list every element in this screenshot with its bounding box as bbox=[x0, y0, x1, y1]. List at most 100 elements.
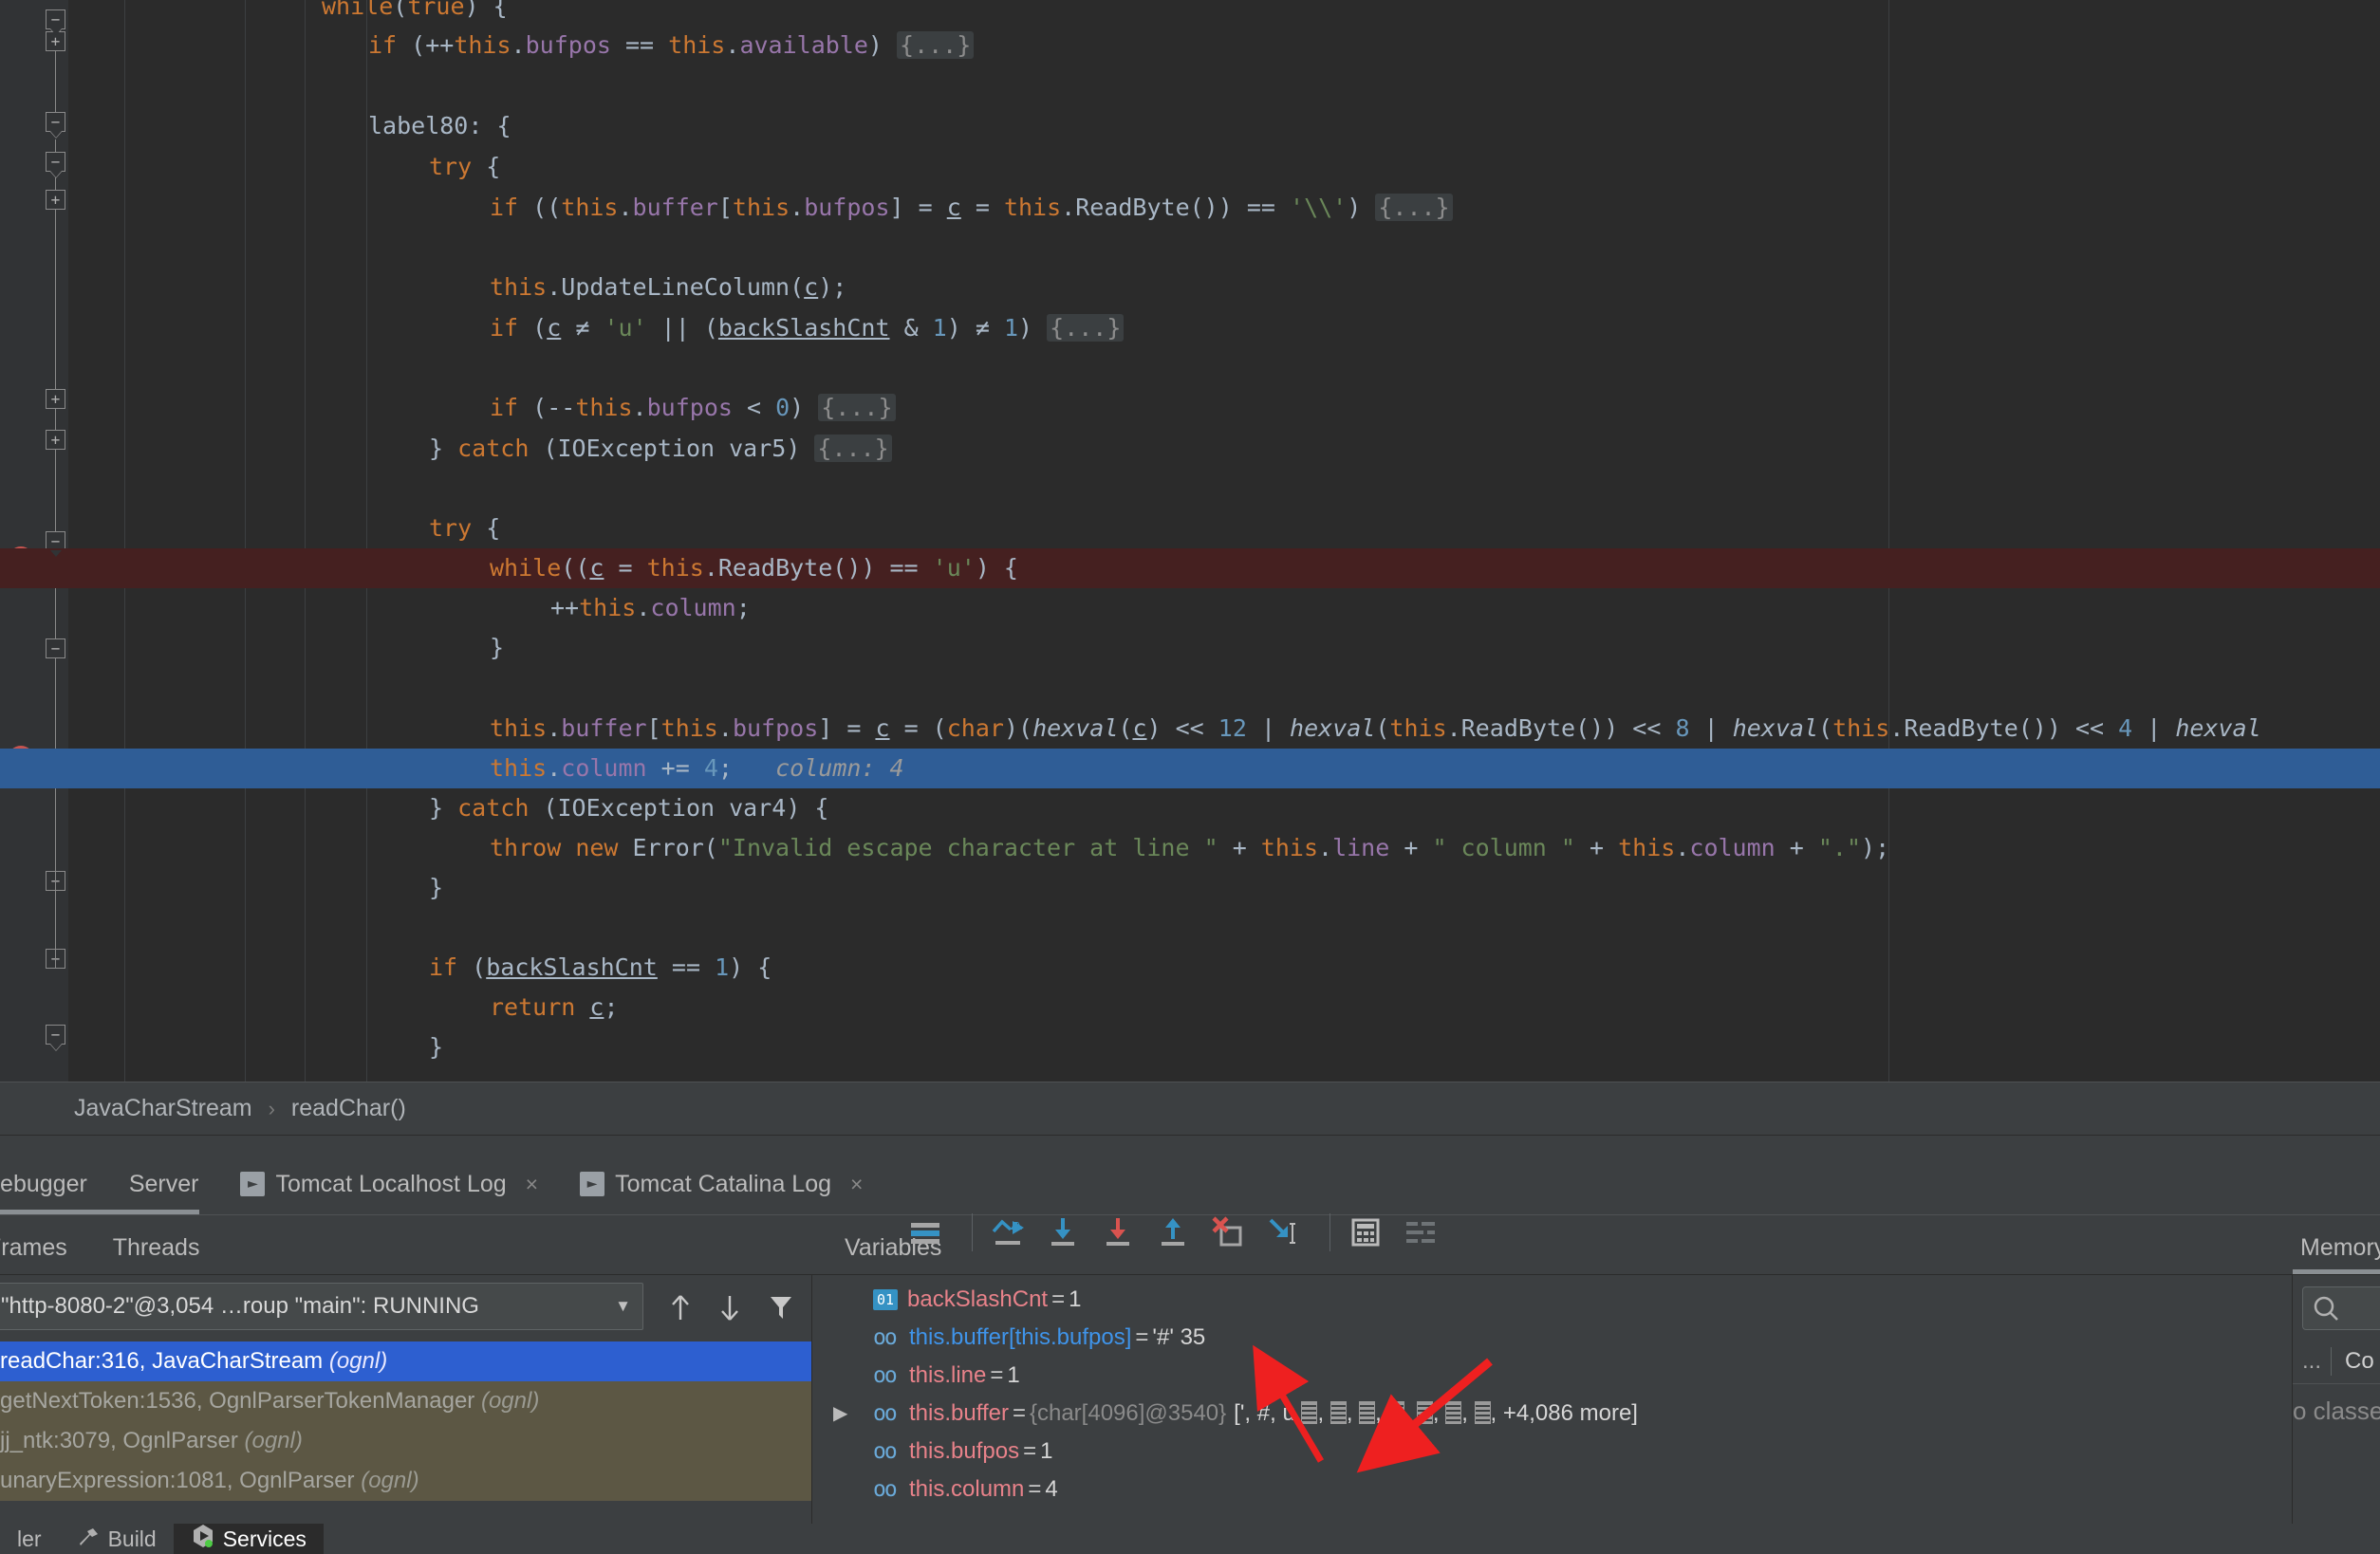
variable-row[interactable]: oo this.bufpos = 1 bbox=[873, 1433, 2278, 1471]
inline-debug-value: column: 4 bbox=[775, 754, 904, 782]
code-editor[interactable]: − + − − + + + − − − − − while(true) { bbox=[0, 0, 2380, 1082]
code-line[interactable]: while(true) { bbox=[0, 0, 2380, 27]
frames-filter-icon[interactable] bbox=[765, 1288, 797, 1326]
frames-pane[interactable]: "http-8080-2"@3,054 …roup "main": RUNNIN… bbox=[0, 1275, 811, 1525]
code-content[interactable]: while(true) { if (++this.bufpos == this.… bbox=[0, 0, 2380, 1082]
drop-frame-icon[interactable] bbox=[1206, 1211, 1250, 1254]
status-label: Services bbox=[222, 1526, 307, 1551]
debug-tool-window[interactable]: Debugger Server ► Tomcat Localhost Log ×… bbox=[0, 1135, 2380, 1525]
frame-package: (ognl) bbox=[328, 1348, 388, 1374]
variable-equals: = bbox=[1023, 1438, 1037, 1464]
variable-value: 1 bbox=[1007, 1362, 1020, 1388]
code-line[interactable]: if (backSlashCnt == 1) { bbox=[0, 948, 2380, 988]
frames-down-button[interactable] bbox=[714, 1288, 746, 1326]
code-line[interactable]: } bbox=[0, 868, 2380, 908]
code-line-current-execution[interactable]: this.column += 4; column: 4 bbox=[0, 749, 2380, 788]
code-line[interactable]: ++this.column; bbox=[0, 588, 2380, 628]
run-to-cursor-icon[interactable] bbox=[1261, 1211, 1305, 1254]
variable-value: 4 bbox=[1045, 1476, 1058, 1502]
frames-threads-tabs[interactable]: Frames Threads bbox=[0, 1221, 245, 1274]
code-line[interactable]: label80: { bbox=[0, 106, 2380, 146]
frame-label: unaryExpression:1081, OgnlParser bbox=[0, 1468, 355, 1493]
step-out-icon[interactable] bbox=[1151, 1211, 1195, 1254]
status-bar[interactable]: ler Build Services bbox=[0, 1524, 2380, 1554]
status-item-build[interactable]: Build bbox=[59, 1524, 174, 1554]
variable-name: backSlashCnt bbox=[907, 1286, 1049, 1312]
close-icon[interactable]: × bbox=[850, 1172, 863, 1197]
status-label: Build bbox=[107, 1526, 157, 1551]
code-line[interactable]: if ((this.buffer[this.bufpos] = c = this… bbox=[0, 188, 2380, 228]
code-line[interactable]: if (++this.bufpos == this.available) {..… bbox=[0, 26, 2380, 65]
code-line[interactable]: if (--this.bufpos < 0) {...} bbox=[0, 388, 2380, 428]
frame-label: getNextToken:1536, OgnlParserTokenManage… bbox=[0, 1388, 475, 1414]
step-over-icon[interactable] bbox=[986, 1211, 1030, 1254]
frame-package: (ognl) bbox=[244, 1428, 303, 1453]
code-line[interactable]: this.UpdateLineColumn(c); bbox=[0, 268, 2380, 307]
code-line[interactable]: } bbox=[0, 1027, 2380, 1067]
variable-row[interactable]: oo this.column = 4 bbox=[873, 1471, 2278, 1508]
chevron-right-icon[interactable]: ▶ bbox=[833, 1395, 847, 1433]
frames-list[interactable]: readChar:316, JavaCharStream (ognl) getN… bbox=[0, 1341, 811, 1501]
memory-search-input[interactable] bbox=[2302, 1286, 2380, 1330]
code-line[interactable]: } catch (IOException var4) { bbox=[0, 788, 2380, 828]
close-icon[interactable]: × bbox=[526, 1172, 538, 1197]
code-line[interactable]: try { bbox=[0, 509, 2380, 548]
step-into-icon[interactable] bbox=[1041, 1211, 1085, 1254]
variable-row[interactable]: oo this.buffer[this.bufpos] = '#' 35 bbox=[873, 1319, 2278, 1357]
memory-col-dots: ... bbox=[2302, 1348, 2322, 1374]
frame-package: (ognl) bbox=[480, 1388, 540, 1414]
frame-list-item[interactable]: readChar:316, JavaCharStream (ognl) bbox=[0, 1341, 811, 1381]
play-icon: ► bbox=[240, 1172, 266, 1196]
tab-label: Debugger bbox=[0, 1170, 87, 1197]
code-line[interactable]: } catch (IOException var5) {...} bbox=[0, 429, 2380, 469]
debugger-step-toolbar[interactable] bbox=[903, 1203, 1454, 1262]
memory-column-header[interactable]: ... Co bbox=[2293, 1340, 2380, 1384]
code-line[interactable]: return c; bbox=[0, 988, 2380, 1027]
tab-server[interactable]: Server bbox=[129, 1171, 199, 1198]
services-icon bbox=[191, 1524, 215, 1554]
variable-row-expandable[interactable]: ▶ oo this.buffer = {char[4096]@3540} [',… bbox=[833, 1395, 2278, 1433]
force-step-into-icon[interactable] bbox=[1096, 1211, 1140, 1254]
code-line[interactable]: } bbox=[0, 628, 2380, 668]
watch-icon: oo bbox=[873, 1401, 898, 1426]
tab-tomcat-catalina-log[interactable]: ► Tomcat Catalina Log × bbox=[580, 1171, 863, 1198]
tab-threads[interactable]: Threads bbox=[113, 1234, 200, 1262]
show-execution-point-icon[interactable] bbox=[903, 1211, 947, 1254]
code-line[interactable]: this.buffer[this.bufpos] = c = (char)(he… bbox=[0, 709, 2380, 749]
thread-selector-label: "http-8080-2"@3,054 …roup "main": RUNNIN… bbox=[1, 1293, 479, 1319]
frame-list-item[interactable]: jj_ntk:3079, OgnlParser (ognl) bbox=[0, 1421, 811, 1461]
variable-equals: = bbox=[990, 1362, 1004, 1388]
code-line-breakpoint[interactable]: while((c = this.ReadByte()) == 'u') { bbox=[0, 548, 2380, 588]
status-item-profiler[interactable]: ler bbox=[0, 1524, 59, 1554]
code-line[interactable]: if (c ≠ 'u' || (backSlashCnt & 1) ≠ 1) {… bbox=[0, 308, 2380, 348]
variable-value: 1 bbox=[1069, 1286, 1082, 1312]
status-label: ler bbox=[17, 1526, 42, 1551]
tab-frames[interactable]: Frames bbox=[0, 1234, 67, 1262]
variables-pane[interactable]: 01 backSlashCnt = 1 oo this.buffer[this.… bbox=[812, 1275, 2292, 1525]
watch-icon: oo bbox=[873, 1325, 898, 1350]
breadcrumb-class[interactable]: JavaCharStream bbox=[74, 1095, 252, 1122]
tab-tomcat-localhost-log[interactable]: ► Tomcat Localhost Log × bbox=[240, 1171, 538, 1198]
toolbar-separator bbox=[972, 1213, 973, 1251]
status-item-services[interactable]: Services bbox=[173, 1524, 324, 1554]
frame-list-item[interactable]: getNextToken:1536, OgnlParserTokenManage… bbox=[0, 1381, 811, 1421]
frames-up-button[interactable] bbox=[664, 1288, 697, 1326]
mute-breakpoints-icon[interactable] bbox=[1399, 1211, 1442, 1254]
breadcrumb[interactable]: JavaCharStream › readChar() bbox=[0, 1082, 2380, 1135]
tab-label: Tomcat Catalina Log bbox=[615, 1170, 831, 1197]
tab-debugger[interactable]: Debugger bbox=[0, 1171, 87, 1198]
tab-label: Server bbox=[128, 1170, 199, 1197]
breadcrumb-method[interactable]: readChar() bbox=[291, 1095, 406, 1122]
evaluate-expression-icon[interactable] bbox=[1344, 1211, 1387, 1254]
frame-list-item[interactable]: unaryExpression:1081, OgnlParser (ognl) bbox=[0, 1461, 811, 1501]
variable-equals: = bbox=[1135, 1324, 1149, 1350]
watch-icon: oo bbox=[873, 1439, 898, 1464]
thread-selector[interactable]: "http-8080-2"@3,054 …roup "main": RUNNIN… bbox=[0, 1283, 643, 1330]
memory-pane[interactable]: ... Co o classe bbox=[2293, 1275, 2380, 1525]
variable-row[interactable]: oo this.line = 1 bbox=[873, 1357, 2278, 1395]
memory-pane-title: Memory bbox=[2300, 1233, 2380, 1261]
variable-row[interactable]: 01 backSlashCnt = 1 bbox=[873, 1281, 2278, 1319]
memory-empty-message: o classe bbox=[2293, 1397, 2380, 1425]
code-line[interactable]: throw new Error("Invalid escape characte… bbox=[0, 828, 2380, 868]
code-line[interactable]: try { bbox=[0, 147, 2380, 187]
